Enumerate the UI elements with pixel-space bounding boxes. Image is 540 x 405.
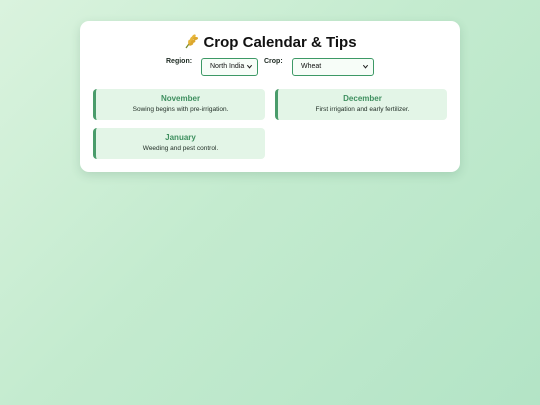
page-title-text: Crop Calendar & Tips [203,34,357,51]
crop-calendar-card: Crop Calendar & Tips Region: North India… [80,21,460,172]
month-card-january: January Weeding and pest control. [93,128,265,159]
month-tip: First irrigation and early fertilizer. [315,106,410,113]
wheat-icon [183,33,199,54]
region-label: Region: [166,58,193,65]
chevron-down-icon [362,64,369,69]
crop-select-value: Wheat [301,63,322,70]
month-name: November [160,94,201,103]
month-card-december: December First irrigation and early fert… [275,89,447,120]
month-tip: Weeding and pest control. [142,145,219,152]
month-card-november: November Sowing begins with pre-irrigati… [93,89,265,120]
month-name: January [165,133,196,142]
page-title: Crop Calendar & Tips [80,33,460,54]
month-name: December [343,94,382,103]
region-select[interactable]: North India [201,58,258,76]
month-tip: Sowing begins with pre-irrigation. [132,106,229,113]
chevron-down-icon [246,64,253,69]
region-select-value: North India [210,63,245,70]
crop-select[interactable]: Wheat [292,58,374,76]
crop-label: Crop: [264,58,283,65]
